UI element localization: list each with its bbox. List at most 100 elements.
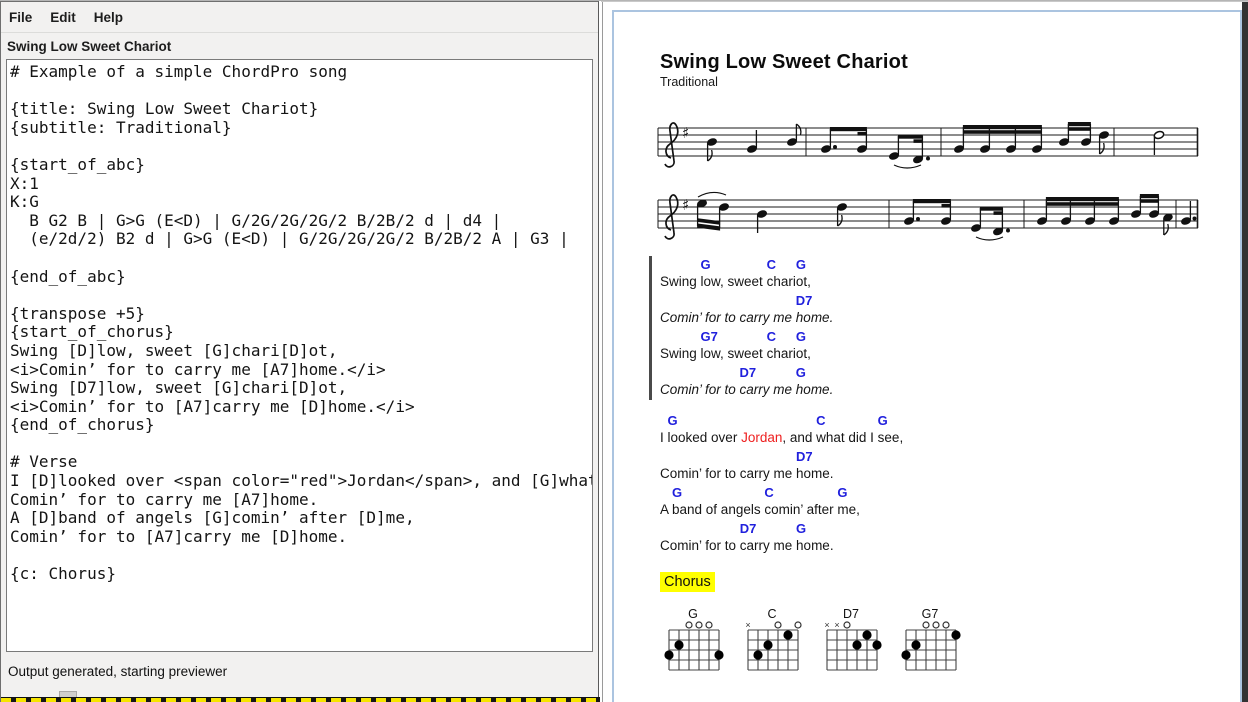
- lyric-text: Swing: [660, 345, 701, 364]
- lyric-text: ot,: [796, 345, 811, 364]
- chord-symbol: G: [668, 412, 742, 429]
- song-line: Swing Glow, sweet CchariGot,: [660, 256, 1240, 292]
- chord-symbol: G: [878, 412, 904, 429]
- chord-symbol: D7: [740, 364, 796, 381]
- song-line: Comin’ for to carry me D7home.: [660, 448, 1240, 484]
- chord-symbol: [741, 412, 782, 429]
- menu-file[interactable]: File: [9, 10, 41, 25]
- finger-dot: [951, 630, 960, 639]
- svg-text:C: C: [767, 607, 776, 621]
- open-string-icon: [795, 622, 801, 628]
- lyric-text: Comin’ for to carry me: [660, 465, 796, 484]
- chord-diagrams: G C× D7 × × G7: [660, 606, 1240, 684]
- preview-pane: Swing Low Sweet Chariot Traditional ♯: [601, 1, 1248, 702]
- chord-symbol: G: [796, 364, 834, 381]
- finger-dot: [714, 650, 723, 659]
- chord-symbol: G: [672, 484, 764, 501]
- lyric-text: carry me: [740, 537, 796, 556]
- lyric-text: me,: [837, 501, 860, 520]
- lyric-text: carry me: [740, 381, 796, 400]
- music-staff-1: ♯: [654, 112, 1205, 176]
- lyric-text: low, sweet: [701, 345, 767, 364]
- lyric-text: comin’ after: [764, 501, 837, 520]
- lyric-text: , and: [782, 429, 816, 448]
- lyric-text: home.: [796, 537, 834, 556]
- chord-symbol: [660, 292, 796, 309]
- svg-text:G: G: [688, 607, 698, 621]
- finger-dot: [763, 640, 772, 649]
- chord-symbol: D7: [796, 292, 834, 309]
- chord-diagram-G: G: [660, 606, 726, 684]
- menu-bar: File Edit Help: [1, 2, 598, 33]
- editor-textarea[interactable]: # Example of a simple ChordPro song {tit…: [6, 59, 593, 652]
- sharp-icon: ♯: [682, 196, 689, 214]
- app-screen: File Edit Help Swing Low Sweet Chariot #…: [0, 0, 1248, 702]
- lyric-text: home.: [796, 381, 834, 400]
- chord-symbol: G: [796, 256, 811, 273]
- chord-symbol: [660, 412, 668, 429]
- svg-text:G7: G7: [922, 607, 939, 621]
- chord-symbol: C: [767, 256, 796, 273]
- comment-row: Chorus: [660, 572, 1240, 592]
- song-subtitle: Traditional: [660, 74, 1240, 90]
- song-line: A Gband of angels Ccomin’ after Gme,: [660, 484, 1240, 520]
- menu-edit[interactable]: Edit: [50, 10, 85, 25]
- muted-string-icon: ×: [824, 620, 829, 630]
- song-line: Comin’ for to carry me D7home.: [660, 292, 1240, 328]
- document-tab[interactable]: Swing Low Sweet Chariot: [1, 33, 598, 59]
- open-string-icon: [706, 622, 712, 628]
- finger-dot: [872, 640, 881, 649]
- lyric-text: home.: [796, 309, 834, 328]
- open-string-icon: [775, 622, 781, 628]
- window-right-edge: [1242, 2, 1248, 702]
- lyric-text: ot,: [796, 273, 811, 292]
- chord-symbol: G: [837, 484, 860, 501]
- chord-symbol: [660, 520, 740, 537]
- editor-hscrollbar[interactable]: [6, 690, 593, 697]
- finger-dot: [783, 630, 792, 639]
- chord-symbol: [660, 256, 701, 273]
- music-staff-2: ♯: [654, 184, 1205, 248]
- chorus-section: Swing Glow, sweet CchariGot,Comin’ for t…: [649, 256, 1240, 400]
- preview-page: Swing Low Sweet Chariot Traditional ♯: [612, 10, 1242, 702]
- menu-help[interactable]: Help: [94, 10, 132, 25]
- muted-string-icon: ×: [834, 620, 839, 630]
- chord-symbol: G: [796, 520, 834, 537]
- svg-text:D7: D7: [843, 607, 859, 621]
- chord-symbol: C: [767, 328, 796, 345]
- chord-symbol: G7: [701, 328, 767, 345]
- chord-symbol: [660, 448, 796, 465]
- chord-symbol: C: [816, 412, 878, 429]
- status-bar: Output generated, starting previewer: [1, 652, 598, 690]
- document-tab-label: Swing Low Sweet Chariot: [7, 39, 171, 54]
- open-string-icon: [686, 622, 692, 628]
- finger-dot: [664, 650, 673, 659]
- chord-symbol: [782, 412, 816, 429]
- open-string-icon: [943, 622, 949, 628]
- chord-symbol: D7: [796, 448, 834, 465]
- lyric-text: Comin’ for to: [660, 381, 740, 400]
- sharp-icon: ♯: [682, 124, 689, 142]
- lyric-text: chari: [767, 345, 796, 364]
- pane-divider: [602, 2, 603, 702]
- lyric-text: band of angels: [672, 501, 764, 520]
- verse-section: I Glooked over Jordan, and Cwhat did I G…: [660, 412, 1240, 556]
- song-line: Swing G7low, sweet CchariGot,: [660, 328, 1240, 364]
- lyric-text: looked over: [668, 429, 742, 448]
- lyric-text: Swing: [660, 273, 701, 292]
- chord-symbol: [660, 364, 740, 381]
- chord-symbol: G: [796, 328, 811, 345]
- finger-dot: [911, 640, 920, 649]
- editor-window: File Edit Help Swing Low Sweet Chariot #…: [0, 1, 599, 702]
- lyric-text: A: [660, 501, 672, 520]
- chord-diagram-C: C×: [739, 606, 805, 684]
- chord-diagram-D7: D7 × ×: [818, 606, 884, 684]
- lyric-text: what did I: [816, 429, 878, 448]
- chord-symbol: D7: [740, 520, 796, 537]
- status-message: Output generated, starting previewer: [8, 664, 227, 679]
- chorus-comment-highlight: Chorus: [660, 572, 715, 592]
- lyric-text: Comin’ for to: [660, 537, 740, 556]
- open-string-icon: [933, 622, 939, 628]
- open-string-icon: [923, 622, 929, 628]
- lyric-text: I: [660, 429, 668, 448]
